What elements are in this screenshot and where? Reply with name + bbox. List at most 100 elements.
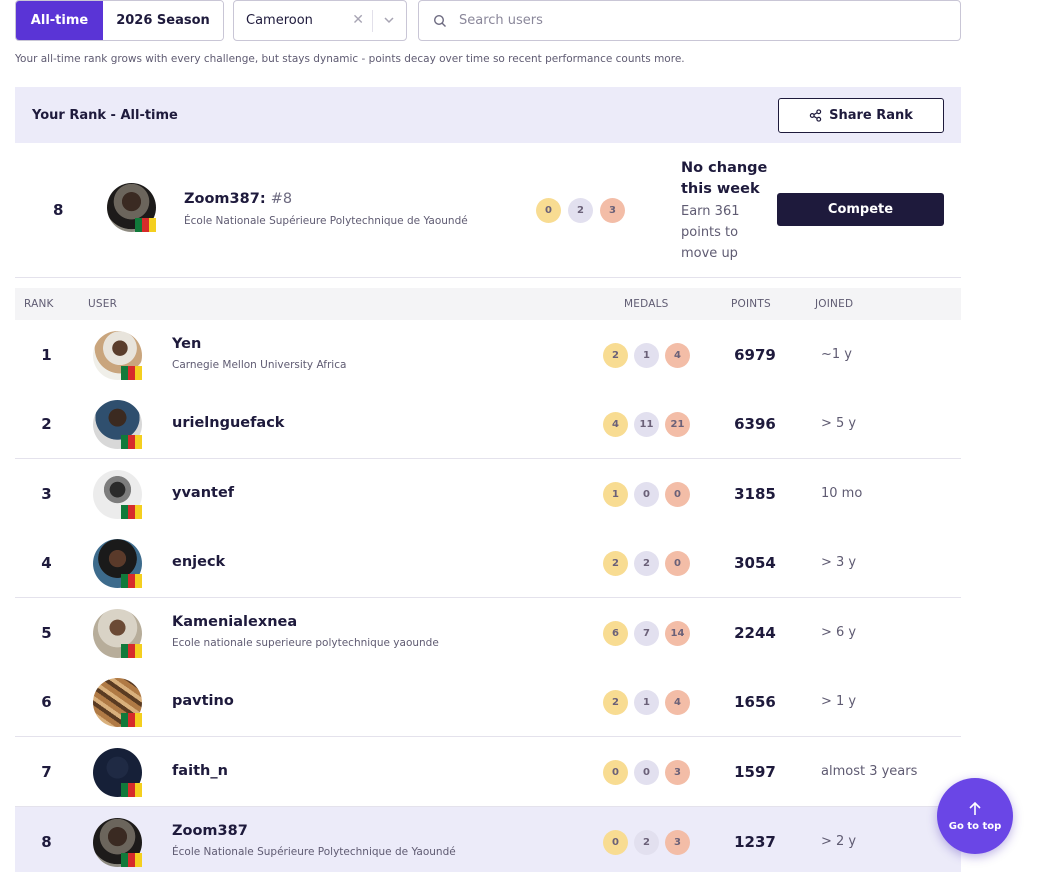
row-medals: 2 1 4 bbox=[603, 690, 690, 715]
avatar[interactable] bbox=[93, 678, 142, 727]
compete-button[interactable]: Compete bbox=[777, 193, 944, 226]
table-row[interactable]: 1 Yen Carnegie Mellon University Africa … bbox=[15, 320, 961, 390]
row-username[interactable]: yvantef bbox=[172, 485, 234, 501]
cameroon-flag-icon bbox=[121, 435, 142, 449]
row-joined: > 1 y bbox=[821, 694, 857, 709]
tab-all-time[interactable]: All-time bbox=[16, 1, 103, 40]
row-joined: > 6 y bbox=[821, 625, 857, 640]
avatar[interactable] bbox=[93, 331, 142, 380]
ranking-hint: Your all-time rank grows with every chal… bbox=[15, 53, 685, 65]
cameroon-flag-icon bbox=[121, 644, 142, 658]
row-medals: 2 2 0 bbox=[603, 551, 690, 576]
your-rank-tag: #8 bbox=[270, 191, 293, 207]
row-points: 3185 bbox=[734, 485, 776, 503]
row-username[interactable]: urielnguefack bbox=[172, 415, 284, 431]
silver-medal-icon: 2 bbox=[568, 198, 593, 223]
row-username[interactable]: Zoom387 bbox=[172, 823, 248, 839]
row-rank: 2 bbox=[41, 415, 52, 433]
avatar[interactable] bbox=[93, 539, 142, 588]
row-joined: almost 3 years bbox=[821, 764, 918, 779]
your-medals: 0 2 3 bbox=[536, 198, 625, 223]
cameroon-flag-icon bbox=[121, 574, 142, 588]
cameroon-flag-icon bbox=[121, 853, 142, 867]
table-row[interactable]: 2 urielnguefack 4 11 21 6396 > 5 y bbox=[15, 389, 961, 459]
row-rank: 6 bbox=[41, 693, 52, 711]
gold-medal-icon: 0 bbox=[603, 830, 628, 855]
avatar[interactable] bbox=[93, 818, 142, 867]
silver-medal-icon: 7 bbox=[634, 621, 659, 646]
bronze-medal-icon: 3 bbox=[665, 830, 690, 855]
avatar[interactable] bbox=[93, 400, 142, 449]
row-institution: Carnegie Mellon University Africa bbox=[172, 359, 347, 371]
cameroon-flag-icon bbox=[135, 218, 156, 232]
gold-medal-icon: 2 bbox=[603, 690, 628, 715]
cameroon-flag-icon bbox=[121, 783, 142, 797]
cameroon-flag-icon bbox=[121, 713, 142, 727]
table-row[interactable]: 7 faith_n 0 0 3 1597 almost 3 years bbox=[15, 737, 961, 807]
clear-icon[interactable]: ✕ bbox=[352, 12, 364, 28]
row-medals: 1 0 0 bbox=[603, 482, 690, 507]
rank-change-status: No change this week bbox=[681, 160, 768, 197]
your-rank-number: 8 bbox=[53, 201, 64, 219]
gold-medal-icon: 4 bbox=[603, 412, 628, 437]
row-medals: 0 0 3 bbox=[603, 760, 690, 785]
row-rank: 5 bbox=[41, 624, 52, 642]
period-toggle: All-time 2026 Season bbox=[15, 0, 224, 41]
gold-medal-icon: 6 bbox=[603, 621, 628, 646]
row-institution: Ecole nationale superieure polytechnique… bbox=[172, 637, 439, 649]
avatar[interactable] bbox=[93, 470, 142, 519]
table-row-current-user[interactable]: 8 Zoom387 École Nationale Supérieure Pol… bbox=[15, 807, 961, 872]
silver-medal-icon: 0 bbox=[634, 760, 659, 785]
row-medals: 2 1 4 bbox=[603, 343, 690, 368]
table-row[interactable]: 3 yvantef 1 0 0 3185 10 mo bbox=[15, 459, 961, 529]
select-divider bbox=[372, 10, 373, 32]
table-row[interactable]: 6 pavtino 2 1 4 1656 > 1 y bbox=[15, 667, 961, 737]
leaderboard-header: RANK USER MEDALS POINTS JOINED bbox=[15, 288, 961, 320]
silver-medal-icon: 2 bbox=[634, 551, 659, 576]
avatar[interactable] bbox=[93, 748, 142, 797]
search-input[interactable] bbox=[459, 13, 939, 28]
table-row[interactable]: 5 Kamenialexnea Ecole nationale superieu… bbox=[15, 598, 961, 668]
row-username[interactable]: enjeck bbox=[172, 554, 225, 570]
your-rank-header: Your Rank - All-time Share Rank bbox=[15, 87, 961, 143]
country-value: Cameroon bbox=[246, 13, 313, 28]
table-row[interactable]: 4 enjeck 2 2 0 3054 > 3 y bbox=[15, 528, 961, 598]
bronze-medal-icon: 4 bbox=[665, 690, 690, 715]
chevron-down-icon[interactable] bbox=[382, 13, 396, 31]
bronze-medal-icon: 4 bbox=[665, 343, 690, 368]
bronze-medal-icon: 3 bbox=[600, 198, 625, 223]
share-rank-label: Share Rank bbox=[829, 108, 913, 123]
row-username[interactable]: faith_n bbox=[172, 763, 228, 779]
tab-2026-season[interactable]: 2026 Season bbox=[103, 1, 223, 40]
go-to-top-label: Go to top bbox=[948, 820, 1002, 832]
bronze-medal-icon: 3 bbox=[665, 760, 690, 785]
your-institution: École Nationale Supérieure Polytechnique… bbox=[184, 215, 468, 227]
go-to-top-button[interactable]: Go to top bbox=[937, 778, 1013, 854]
row-joined: 10 mo bbox=[821, 486, 863, 501]
row-points: 1597 bbox=[734, 763, 776, 781]
silver-medal-icon: 2 bbox=[634, 830, 659, 855]
row-rank: 7 bbox=[41, 763, 52, 781]
share-rank-button[interactable]: Share Rank bbox=[778, 98, 944, 133]
row-username[interactable]: Kamenialexnea bbox=[172, 614, 297, 630]
leaderboard-filters: All-time 2026 Season Cameroon ✕ bbox=[15, 0, 961, 41]
bronze-medal-icon: 14 bbox=[665, 621, 690, 646]
avatar[interactable] bbox=[107, 183, 156, 232]
row-points: 6979 bbox=[734, 346, 776, 364]
row-username[interactable]: Yen bbox=[172, 336, 201, 352]
your-username[interactable]: Zoom387: #8 bbox=[184, 191, 292, 207]
gold-medal-icon: 0 bbox=[603, 760, 628, 785]
country-select[interactable]: Cameroon ✕ bbox=[233, 0, 407, 41]
share-icon bbox=[809, 109, 822, 122]
row-rank: 4 bbox=[41, 554, 52, 572]
row-rank: 8 bbox=[41, 833, 52, 851]
cameroon-flag-icon bbox=[121, 366, 142, 380]
your-rank-title: Your Rank - All-time bbox=[32, 107, 178, 123]
avatar[interactable] bbox=[93, 609, 142, 658]
gold-medal-icon: 1 bbox=[603, 482, 628, 507]
row-username[interactable]: pavtino bbox=[172, 693, 234, 709]
column-points: POINTS bbox=[731, 298, 771, 310]
points-to-move-up: Earn 361 points to move up bbox=[681, 204, 740, 261]
column-user: USER bbox=[88, 298, 118, 310]
row-medals: 6 7 14 bbox=[603, 621, 690, 646]
